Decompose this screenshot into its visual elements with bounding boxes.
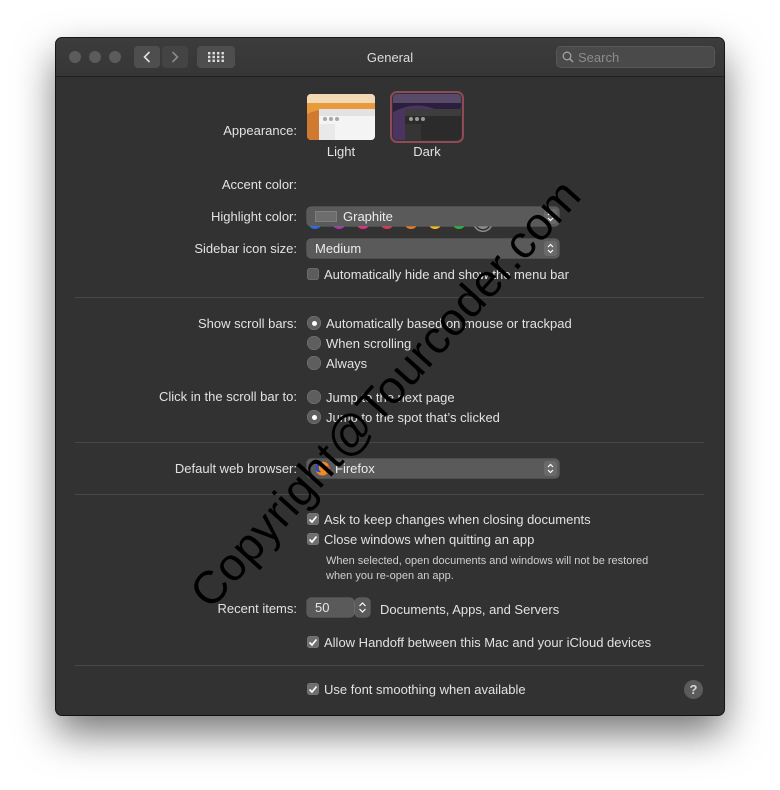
scroll-bars-auto-label: Automatically based on mouse or trackpad — [326, 316, 572, 331]
checkmark-icon — [308, 535, 318, 543]
firefox-icon — [315, 461, 330, 476]
appearance-dark-thumbnail[interactable] — [390, 91, 464, 143]
click-spot-radio[interactable] — [307, 410, 321, 424]
search-field[interactable] — [556, 46, 715, 68]
highlight-color-popup[interactable]: Graphite — [307, 207, 559, 226]
sidebar-icon-size-popup[interactable]: Medium — [307, 239, 559, 258]
highlight-color-label: Highlight color: — [211, 209, 297, 224]
default-browser-label: Default web browser: — [174, 461, 297, 476]
scroll-bars-always-radio[interactable] — [307, 356, 321, 370]
close-windows-note-line1: When selected, open documents and window… — [326, 555, 649, 567]
appearance-light-label: Light — [326, 144, 356, 159]
recent-items-label: Recent items: — [217, 601, 297, 616]
close-windows-note-line2: when you re-open an app. — [326, 570, 454, 582]
click-spot-label: Jump to the spot that’s clicked — [326, 410, 500, 425]
menu-bar-label: Automatically hide and show the menu bar — [324, 267, 569, 282]
checkmark-icon — [308, 685, 318, 693]
separator — [75, 665, 704, 666]
appearance-light-thumbnail[interactable] — [307, 94, 375, 140]
stepper-arrows-icon — [359, 602, 366, 613]
scroll-bars-when-scrolling-label: When scrolling — [326, 336, 412, 351]
accent-color-label: Accent color: — [221, 177, 297, 192]
scroll-bars-auto-radio[interactable] — [307, 316, 321, 330]
appearance-label: Appearance: — [223, 123, 297, 138]
separator — [75, 494, 704, 495]
help-button[interactable]: ? — [684, 680, 703, 699]
scroll-bars-always-label: Always — [326, 356, 368, 371]
sidebar-icon-size-value: Medium — [315, 241, 362, 256]
click-scroll-bar-label: Click in the scroll bar to: — [159, 389, 297, 404]
scroll-bars-when-scrolling-radio[interactable] — [307, 336, 321, 350]
recent-items-suffix: Documents, Apps, and Servers — [380, 602, 560, 617]
show-scroll-bars-label: Show scroll bars: — [198, 316, 297, 331]
font-smoothing-label: Use font smoothing when available — [324, 682, 526, 697]
dark-wallpaper-icon — [393, 94, 461, 140]
menu-bar-checkbox[interactable] — [307, 268, 319, 280]
close-windows-checkbox[interactable] — [307, 533, 319, 545]
checkmark-icon — [308, 638, 318, 646]
recent-items-value: 50 — [315, 600, 330, 615]
popup-arrows-icon — [544, 461, 557, 476]
default-browser-value: Firefox — [335, 461, 375, 476]
search-input[interactable] — [578, 49, 708, 65]
popup-arrows-icon — [544, 209, 557, 224]
click-next-page-radio[interactable] — [307, 390, 321, 404]
handoff-label: Allow Handoff between this Mac and your … — [324, 635, 652, 650]
font-smoothing-checkbox[interactable] — [307, 683, 319, 695]
sidebar-icon-size-label: Sidebar icon size: — [194, 241, 297, 256]
popup-arrows-icon — [544, 241, 557, 256]
checkmark-icon — [308, 515, 318, 523]
title-bar: General — [56, 38, 724, 77]
light-wallpaper-icon — [307, 94, 375, 140]
default-browser-popup[interactable]: Firefox — [307, 459, 559, 478]
recent-items-stepper[interactable] — [355, 598, 370, 617]
separator — [75, 297, 704, 298]
handoff-checkbox[interactable] — [307, 636, 319, 648]
preferences-window: General Appearance: Light — [56, 38, 724, 715]
ask-keep-changes-label: Ask to keep changes when closing documen… — [324, 512, 591, 527]
ask-keep-changes-checkbox[interactable] — [307, 513, 319, 525]
graphite-swatch-icon — [315, 211, 337, 222]
separator — [75, 442, 704, 443]
highlight-color-value: Graphite — [343, 209, 393, 224]
appearance-dark-label: Dark — [413, 144, 441, 159]
click-next-page-label: Jump to the next page — [326, 390, 455, 405]
search-icon — [562, 51, 574, 63]
close-windows-label: Close windows when quitting an app — [324, 532, 535, 547]
recent-items-field[interactable]: 50 — [307, 598, 354, 617]
